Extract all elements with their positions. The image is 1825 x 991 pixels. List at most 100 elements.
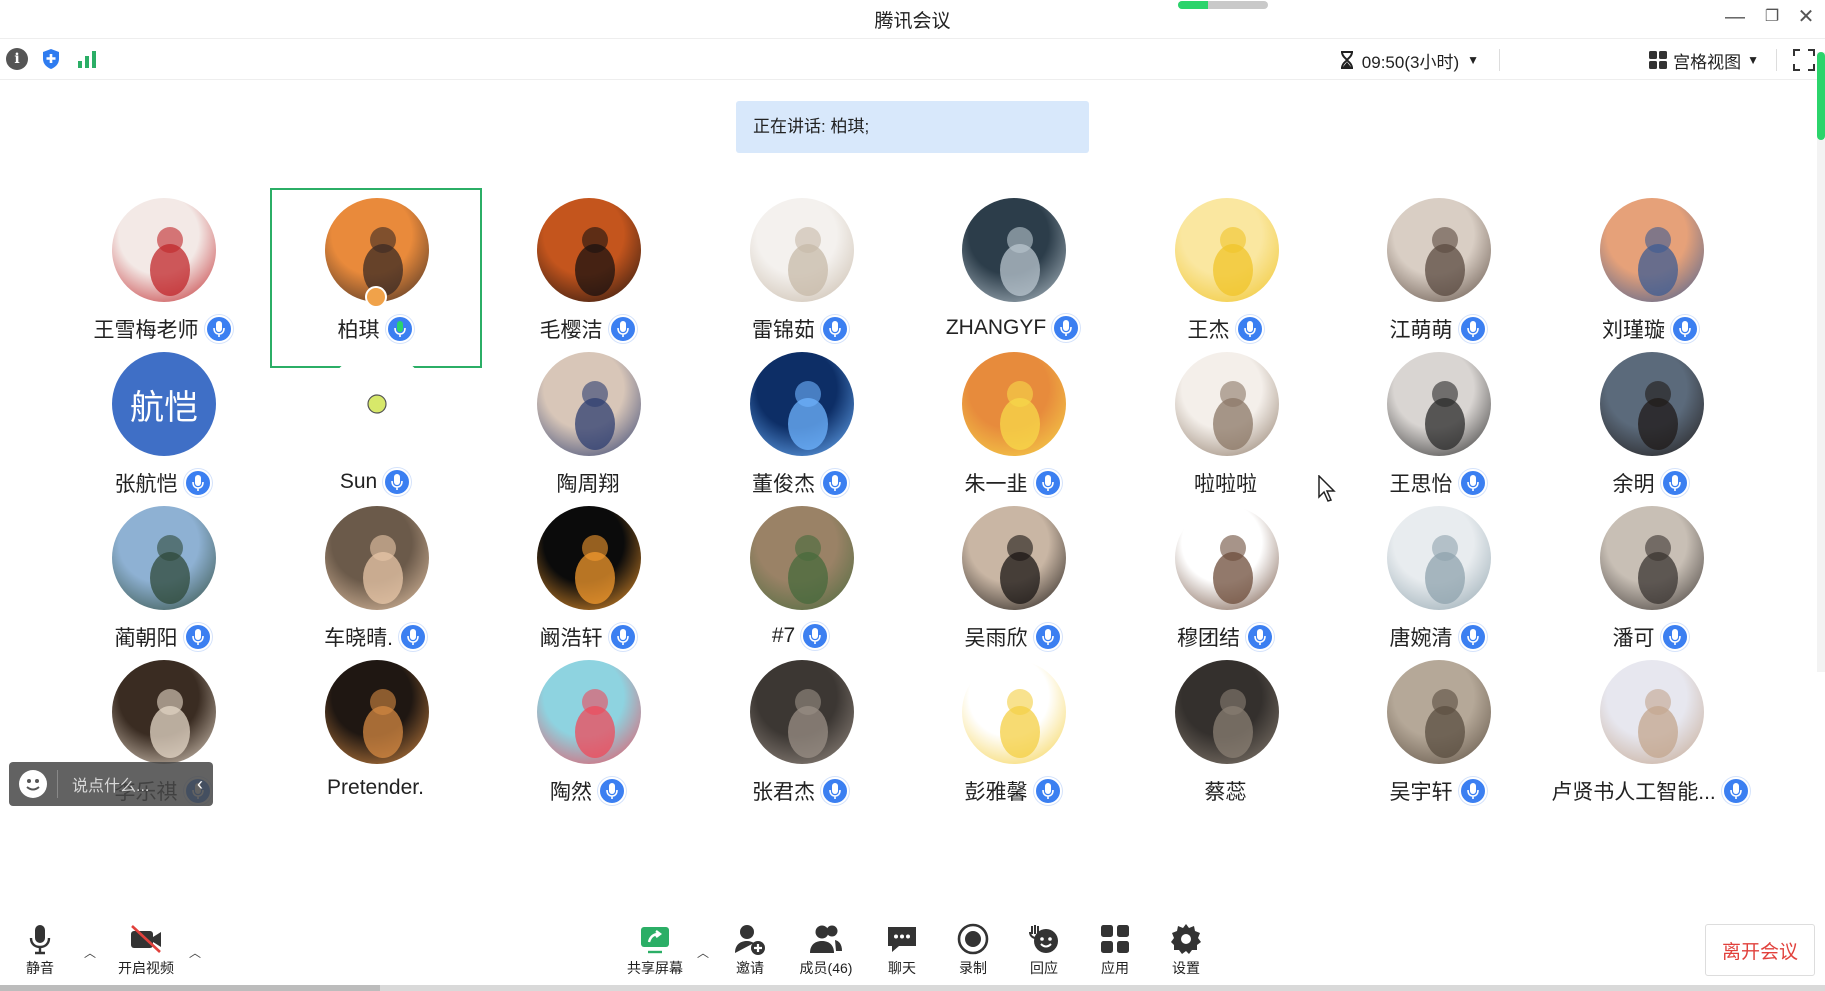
avatar	[749, 198, 854, 302]
participant-tile[interactable]: 柏琪	[269, 188, 482, 368]
restore-icon[interactable]: ❐	[1757, 4, 1787, 30]
participant-tile[interactable]: 王雪梅老师	[57, 188, 269, 368]
participant-tile[interactable]: 吴宇轩	[1332, 650, 1544, 830]
chat-bubble-icon	[888, 927, 916, 952]
participant-name-row: 王杰	[1120, 314, 1332, 344]
participant-tile[interactable]: 潘可	[1545, 496, 1757, 676]
participant-tile[interactable]: #7	[695, 496, 907, 676]
share-screen-button[interactable]: 共享屏幕	[617, 922, 693, 978]
participant-tile[interactable]: 雷锦茹	[695, 188, 907, 368]
chat-input[interactable]: 说点什么...	[72, 772, 187, 796]
participant-tile[interactable]: Sun	[270, 342, 482, 522]
invite-button[interactable]: 邀请	[712, 922, 788, 978]
participant-name-row: 车晓晴.	[270, 622, 482, 652]
microphone-icon	[398, 623, 427, 651]
avatar	[112, 506, 216, 610]
microphone-icon	[1458, 469, 1487, 497]
participant-tile[interactable]: 王杰	[1120, 188, 1332, 368]
vertical-scrollbar[interactable]	[1817, 52, 1825, 672]
avatar	[537, 198, 641, 302]
participant-name-row: 刘瑾璇	[1545, 314, 1757, 344]
share-options-caret-icon[interactable]: ︿	[697, 944, 709, 961]
participant-name: 王思怡	[1389, 473, 1453, 496]
leave-meeting-button[interactable]: 离开会议	[1705, 924, 1815, 976]
participant-tile[interactable]: 吴雨欣	[907, 496, 1119, 676]
participant-tile[interactable]: 毛樱洁	[482, 188, 694, 368]
participant-name: ZHANGYF	[945, 316, 1047, 339]
apps-button[interactable]: 应用	[1077, 922, 1153, 978]
participant-name: 张君杰	[752, 781, 815, 804]
microphone-icon	[1052, 314, 1081, 342]
drag-handle[interactable]	[1178, 1, 1268, 9]
react-button[interactable]: 回应	[1006, 922, 1082, 978]
participant-tile[interactable]: Pretender.	[270, 650, 482, 830]
scrollbar-thumb[interactable]	[0, 985, 380, 991]
scrollbar-thumb[interactable]	[1817, 52, 1825, 140]
microphone-icon	[608, 623, 637, 651]
participant-tile[interactable]: 陶然	[482, 650, 694, 830]
participant-tile[interactable]: 江萌萌	[1332, 188, 1544, 368]
settings-button[interactable]: 设置	[1148, 922, 1224, 978]
participant-tile[interactable]: 刘瑾璇	[1545, 188, 1757, 368]
microphone-icon	[204, 315, 233, 343]
participant-name-row: #7	[695, 622, 907, 650]
quick-chat-box[interactable]: 说点什么... ‹	[9, 762, 213, 806]
video-label: 开启视频	[118, 960, 174, 976]
info-icon[interactable]: i	[6, 48, 28, 70]
view-layout-dropdown[interactable]: 宫格视图 ▼	[1649, 48, 1759, 72]
participant-tile[interactable]: 穆团结	[1120, 496, 1332, 676]
chevron-left-icon[interactable]: ‹	[187, 774, 213, 795]
avatar	[749, 660, 854, 764]
shield-icon[interactable]	[40, 48, 62, 70]
participant-name: 吴雨欣	[964, 627, 1028, 650]
microphone-icon	[1671, 315, 1699, 343]
chat-button[interactable]: 聊天	[864, 922, 940, 978]
participant-tile[interactable]: 董俊杰	[695, 342, 907, 522]
fullscreen-icon[interactable]	[1793, 49, 1815, 71]
members-icon	[810, 925, 842, 953]
participant-tile[interactable]: 卢贤书人工智能...	[1545, 650, 1757, 830]
avatar	[1599, 660, 1704, 764]
chevron-down-icon: ▼	[1467, 53, 1479, 67]
participant-name-row: 啦啦啦	[1120, 468, 1332, 498]
participant-tile[interactable]: 车晓晴.	[270, 496, 482, 676]
video-options-caret-icon[interactable]: ︿	[189, 944, 201, 961]
avatar	[1387, 352, 1491, 456]
participant-tile[interactable]: 啦啦啦	[1120, 342, 1332, 522]
participant-tile[interactable]: 蔡蕊	[1120, 650, 1332, 830]
participant-tile[interactable]: 王思怡	[1332, 342, 1544, 522]
participant-name-row: 吴雨欣	[907, 622, 1119, 652]
minimize-icon[interactable]: —	[1720, 4, 1750, 30]
participant-tile[interactable]: ZHANGYF	[907, 188, 1119, 368]
participant-tile[interactable]: 余明	[1545, 342, 1757, 522]
participant-name: 王雪梅老师	[93, 319, 199, 342]
start-video-button[interactable]: 开启视频	[108, 922, 184, 978]
signal-strength-icon[interactable]	[76, 48, 98, 70]
record-button[interactable]: 录制	[935, 922, 1011, 978]
avatar	[962, 660, 1066, 764]
avatar-initials: 航恺	[130, 388, 198, 427]
close-icon[interactable]: ✕	[1791, 4, 1821, 30]
participant-tile[interactable]: 航恺张航恺	[57, 342, 269, 522]
avatar	[1599, 198, 1704, 302]
participant-name-row: 王雪梅老师	[57, 314, 269, 344]
meeting-timer[interactable]: 09:50(3小时) ▼	[1340, 48, 1479, 72]
record-icon	[957, 923, 989, 955]
participant-tile[interactable]: 彭雅馨	[907, 650, 1119, 830]
participant-tile[interactable]: 蔺朝阳	[57, 496, 269, 676]
participant-tile[interactable]: 陶周翔	[482, 342, 694, 522]
mute-options-caret-icon[interactable]: ︿	[84, 944, 96, 961]
emoji-icon[interactable]	[19, 770, 47, 798]
microphone-icon	[183, 469, 212, 497]
participant-tile[interactable]: 阚浩轩	[482, 496, 694, 676]
share-screen-icon	[641, 927, 669, 954]
horizontal-scrollbar[interactable]	[0, 985, 1825, 991]
mute-button[interactable]: 静音	[2, 922, 78, 978]
title-bar: 腾讯会议 — ❐ ✕	[0, 0, 1825, 36]
participant-tile[interactable]: 朱一韭	[907, 342, 1119, 522]
participant-name-row: 蔡蕊	[1120, 776, 1332, 806]
participant-tile[interactable]: 张君杰	[695, 650, 907, 830]
members-button[interactable]: 成员(46)	[788, 922, 864, 978]
participant-name: 张航恺	[114, 473, 178, 496]
participant-tile[interactable]: 唐婉清	[1332, 496, 1544, 676]
